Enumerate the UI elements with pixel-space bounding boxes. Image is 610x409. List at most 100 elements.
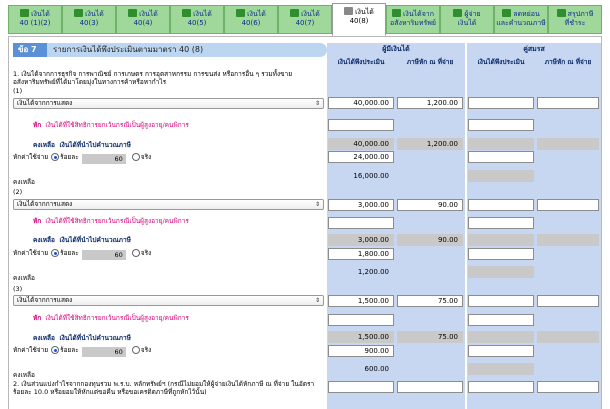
spouse-withheld-header: ภาษีหัก ณ ที่จ่าย: [544, 58, 592, 66]
folder-icon: [453, 9, 463, 17]
spouse-income-header: เงินได้พึงประเมิน: [477, 58, 525, 66]
folder-icon: [20, 9, 30, 17]
taxpayer-withheld-header: ภาษีหัก ณ ที่จ่าย: [406, 58, 454, 66]
taxpayer-deduct-input[interactable]: [328, 314, 394, 326]
spouse-income-input[interactable]: [468, 295, 534, 307]
item2-taxpayer-income[interactable]: [328, 381, 394, 393]
folder-icon: [182, 9, 192, 17]
income-type-select[interactable]: เงินได้จากการแสดง ⇕: [13, 98, 324, 109]
item2-taxpayer-withheld[interactable]: [397, 381, 463, 393]
item2-spouse-withheld[interactable]: [537, 381, 599, 393]
taxpayer-expense[interactable]: 24,000.00: [328, 151, 394, 163]
spouse-taxable-income: [468, 138, 534, 150]
taxpayer-income-input[interactable]: 3,000.00: [328, 199, 394, 211]
tab-bar: เงินได้ 40 (1)(2) เงินได้ 40(3) เงินได้ 40(…: [8, 2, 602, 36]
spouse-header: คู่สมรส: [467, 43, 601, 56]
item2-spouse-income[interactable]: [468, 381, 534, 393]
taxpayer-withheld-input[interactable]: 90.00: [397, 199, 463, 211]
taxpayer-taxable-withheld: 75.00: [397, 331, 463, 343]
actual-radio[interactable]: [131, 346, 140, 354]
spouse-taxable-income: [468, 331, 534, 343]
folder-icon: [290, 9, 300, 17]
taxpayer-withheld-input[interactable]: 75.00: [397, 295, 463, 307]
spouse-income-input[interactable]: [468, 199, 534, 211]
tab-income-40-1-2[interactable]: เงินได้ 40 (1)(2): [8, 5, 62, 34]
folder-icon: [236, 9, 246, 17]
section-title: รายการเงินได้พึงประเมินตามมาตรา 40 (8): [53, 45, 204, 54]
taxpayer-income-input[interactable]: 1,500.00: [328, 295, 394, 307]
rate-value: 60: [81, 250, 126, 260]
folder-icon: [556, 9, 566, 17]
rate-radio[interactable]: [51, 249, 60, 257]
rate-value: 60: [81, 154, 126, 164]
tab-deductions[interactable]: ลดหย่อน และคำนวณภาษี: [494, 5, 548, 34]
expense-row: หักค่าใช้จ่าย ร้อยละ 60 จริง: [13, 153, 152, 164]
tab-tax-summary[interactable]: สรุปภาษี ที่ชำระ: [548, 5, 602, 34]
taxpayer-net: 1,200.00: [328, 266, 394, 278]
folder-icon: [392, 9, 402, 17]
spouse-withheld-input[interactable]: [537, 97, 599, 109]
spouse-net: [468, 363, 534, 375]
remain-row: คงเหลือ เงินได้ที่นำไปคำนวณภาษี: [33, 236, 131, 244]
section-header: ข้อ 7 รายการเงินได้พึงประเมินตามมาตรา 40…: [13, 43, 327, 57]
spouse-deduct-input[interactable]: [468, 217, 534, 229]
tab-income-40-7[interactable]: เงินได้ 40(7): [278, 5, 332, 34]
income-type-select[interactable]: เงินได้จากการแสดง ⇕: [13, 199, 324, 210]
spouse-expense[interactable]: [468, 248, 534, 260]
taxpayer-taxable-withheld: 1,200.00: [397, 138, 463, 150]
entry-marker: (3): [13, 285, 23, 293]
actual-radio[interactable]: [131, 153, 140, 161]
spouse-taxable-withheld: [537, 138, 599, 150]
rate-radio[interactable]: [51, 346, 60, 354]
spouse-deduct-input[interactable]: [468, 119, 534, 131]
deduct-row: หัก เงินได้ที่ใช้สิทธิการยกเว้นกรณีเป็นผ…: [33, 121, 189, 129]
taxpayer-expense[interactable]: 900.00: [328, 345, 394, 357]
tab-income-40-6[interactable]: เงินได้ 40(6): [224, 5, 278, 34]
document-icon: [344, 7, 354, 15]
item1-description: 1. เงินได้จากการธุรกิจ การพาณิชย์ การเกษ…: [13, 70, 293, 86]
taxpayer-income-input[interactable]: 40,000.00: [328, 97, 394, 109]
rate-radio[interactable]: [51, 153, 60, 161]
spouse-deduct-input[interactable]: [468, 314, 534, 326]
spouse-taxable-income: [468, 234, 534, 246]
taxpayer-header: ผู้มีเงินได้: [327, 43, 465, 56]
select-arrow-icon: ⇕: [314, 100, 320, 107]
tab-real-estate-income[interactable]: เงินได้จาก อสังหาริมทรัพย์: [386, 5, 440, 34]
tab-income-40-8[interactable]: เงินได้ 40(8): [332, 3, 386, 36]
deduct-row: หัก เงินได้ที่ใช้สิทธิการยกเว้นกรณีเป็นผ…: [33, 217, 189, 225]
entry-marker: (1): [13, 87, 23, 95]
rate-value: 60: [81, 347, 126, 357]
entry-marker: (2): [13, 188, 23, 196]
tab-income-40-3[interactable]: เงินได้ 40(3): [62, 5, 116, 34]
taxpayer-taxable-income: 3,000.00: [328, 234, 394, 246]
remain-row: คงเหลือ เงินได้ที่นำไปคำนวณภาษี: [33, 141, 131, 149]
tab-payer[interactable]: ผู้จ่าย เงินได้: [440, 5, 494, 34]
tab-income-40-4[interactable]: เงินได้ 40(4): [116, 5, 170, 34]
folder-icon: [128, 9, 138, 17]
taxpayer-income-header: เงินได้พึงประเมิน: [337, 58, 385, 66]
spouse-withheld-input[interactable]: [537, 199, 599, 211]
net-label: คงเหลือ: [13, 371, 35, 379]
spouse-taxable-withheld: [537, 234, 599, 246]
expense-row: หักค่าใช้จ่าย ร้อยละ 60 จริง: [13, 249, 152, 260]
remain-row: คงเหลือ เงินได้ที่นำไปคำนวณภาษี: [33, 334, 131, 342]
actual-radio[interactable]: [131, 249, 140, 257]
spouse-expense[interactable]: [468, 151, 534, 163]
spouse-income-input[interactable]: [468, 97, 534, 109]
spouse-net: [468, 170, 534, 182]
taxpayer-net: 600.00: [328, 363, 394, 375]
net-label: คงเหลือ: [13, 274, 35, 282]
folder-icon: [74, 9, 84, 17]
expense-row: หักค่าใช้จ่าย ร้อยละ 60 จริง: [13, 346, 152, 357]
spouse-withheld-input[interactable]: [537, 295, 599, 307]
income-type-select[interactable]: เงินได้จากการแสดง ⇕: [13, 295, 324, 306]
form-panel: ข้อ 7 รายการเงินได้พึงประเมินตามมาตรา 40…: [8, 36, 602, 409]
tab-income-40-5[interactable]: เงินได้ 40(5): [170, 5, 224, 34]
spouse-net: [468, 266, 534, 278]
taxpayer-expense[interactable]: 1,800.00: [328, 248, 394, 260]
spouse-expense[interactable]: [468, 345, 534, 357]
taxpayer-deduct-input[interactable]: [328, 119, 394, 131]
net-label: คงเหลือ: [13, 178, 35, 186]
taxpayer-deduct-input[interactable]: [328, 217, 394, 229]
taxpayer-withheld-input[interactable]: 1,200.00: [397, 97, 463, 109]
